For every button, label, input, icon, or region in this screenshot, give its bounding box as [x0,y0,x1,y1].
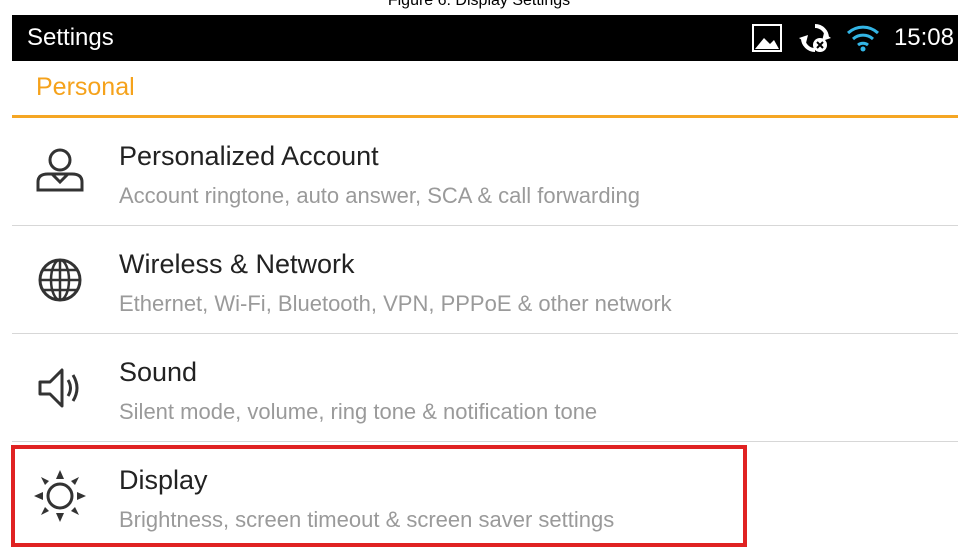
item-title: Sound [119,357,198,387]
section-header: Personal [12,62,958,116]
highlight-box [11,445,747,547]
status-icons: 15:08 [750,15,958,61]
status-bar: Settings 15:08 [12,15,958,61]
settings-item-wireless-network[interactable]: Wireless & Network Ethernet, Wi-Fi, Blue… [12,226,958,332]
globe-icon [30,250,90,310]
settings-item-sound[interactable]: Sound Silent mode, volume, ring tone & n… [12,334,958,440]
section-title: Personal [36,73,135,101]
item-title: Personalized Account [119,141,379,171]
settings-item-personalized-account[interactable]: Personalized Account Account ringtone, a… [12,118,958,224]
clock: 15:08 [893,24,954,51]
image-notification-icon [750,22,784,54]
item-subtitle: Account ringtone, auto answer, SCA & cal… [119,183,640,208]
wifi-icon [846,23,880,53]
figure-caption: Figure 6: Display Settings [387,0,571,9]
account-icon [30,142,90,202]
speaker-icon [30,358,90,418]
item-subtitle: Ethernet, Wi-Fi, Bluetooth, VPN, PPPoE &… [119,291,672,316]
item-subtitle: Silent mode, volume, ring tone & notific… [119,399,598,424]
sync-icon [798,21,832,55]
item-title: Wireless & Network [119,249,355,279]
app-title: Settings [27,24,114,51]
